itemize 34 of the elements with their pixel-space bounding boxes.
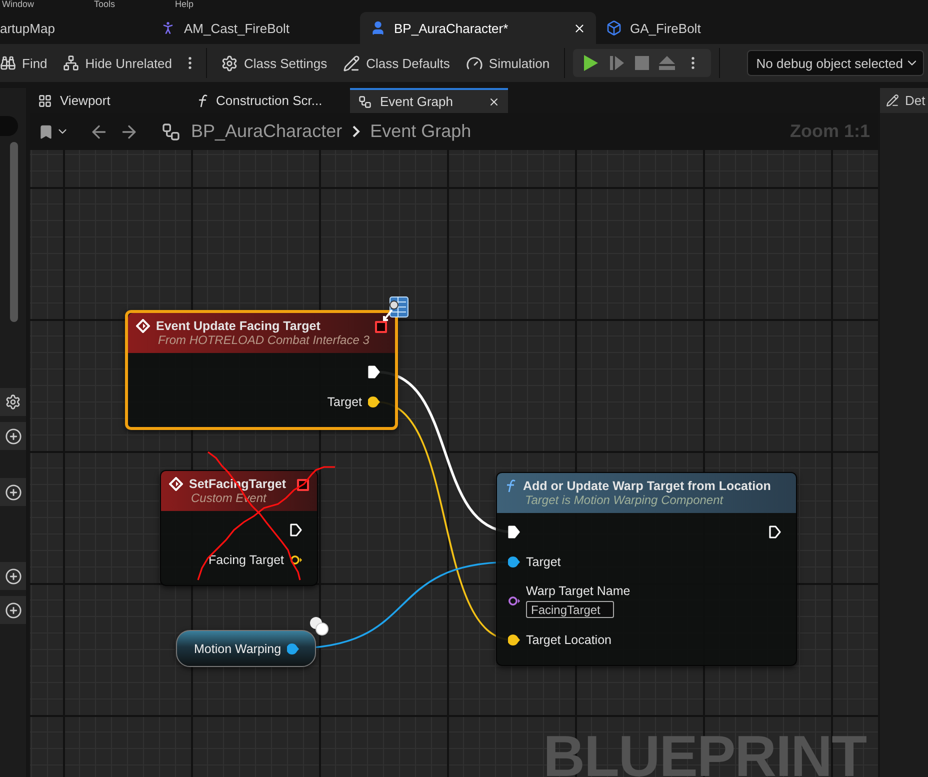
graph-type-label: BLUEPRINT bbox=[543, 729, 866, 777]
toolbar-button[interactable]: Hide Unrelated bbox=[57, 48, 178, 78]
graph-tab[interactable]: Viewport bbox=[30, 88, 188, 113]
graph-tab[interactable]: Event Graph bbox=[350, 88, 508, 113]
toolbar-button[interactable]: Class Defaults bbox=[337, 48, 456, 78]
document-tab[interactable]: artupMap bbox=[0, 12, 150, 44]
details-tab[interactable]: Det bbox=[880, 88, 928, 113]
breadcrumb-item[interactable]: BP_AuraCharacter bbox=[191, 121, 342, 142]
document-tab[interactable]: GA_FireBolt bbox=[596, 12, 756, 44]
toolbar-button[interactable]: Class Settings bbox=[215, 48, 334, 78]
node-title: Add or Update Warp Target from Location bbox=[523, 479, 771, 493]
node-title: Event Update Facing Target bbox=[156, 319, 320, 333]
node-title: Motion Warping bbox=[194, 642, 282, 656]
toolbar-button[interactable]: Simulation bbox=[460, 48, 556, 78]
node-subtitle: From HOTRELOAD Combat Interface 3 bbox=[157, 333, 370, 347]
function-node[interactable]: Add or Update Warp Target from Location Target is Motion Warping Component Target Warp Target Name FacingTarget Target Location bbox=[496, 472, 797, 666]
pin-label: Target bbox=[327, 395, 362, 409]
pin-label: Target Location bbox=[526, 633, 612, 647]
menu-item[interactable]: Help bbox=[175, 0, 194, 9]
toolbar-button[interactable]: Find bbox=[0, 48, 54, 78]
graph-tab[interactable]: Construction Scr... bbox=[190, 88, 348, 113]
variable-node[interactable]: Motion Warping bbox=[176, 630, 316, 667]
pin-label: Facing Target bbox=[208, 553, 284, 567]
name-input-field[interactable]: FacingTarget bbox=[526, 601, 614, 618]
menu-item[interactable]: Window bbox=[2, 0, 34, 9]
pin-label: Target bbox=[526, 555, 561, 569]
event-node[interactable]: Event Update Facing Target From HOTRELOAD Combat Interface 3 Target bbox=[125, 310, 398, 430]
breadcrumb-item[interactable]: Event Graph bbox=[370, 121, 472, 142]
document-tab[interactable]: BP_AuraCharacter* bbox=[360, 12, 596, 44]
pin-label: Warp Target Name bbox=[526, 584, 630, 598]
document-tab[interactable]: AM_Cast_FireBolt bbox=[150, 12, 360, 44]
debug-object-dropdown[interactable]: No debug object selected bbox=[747, 50, 924, 76]
menu-item[interactable]: Tools bbox=[94, 0, 116, 9]
node-subtitle: Target is Motion Warping Component bbox=[524, 493, 724, 507]
